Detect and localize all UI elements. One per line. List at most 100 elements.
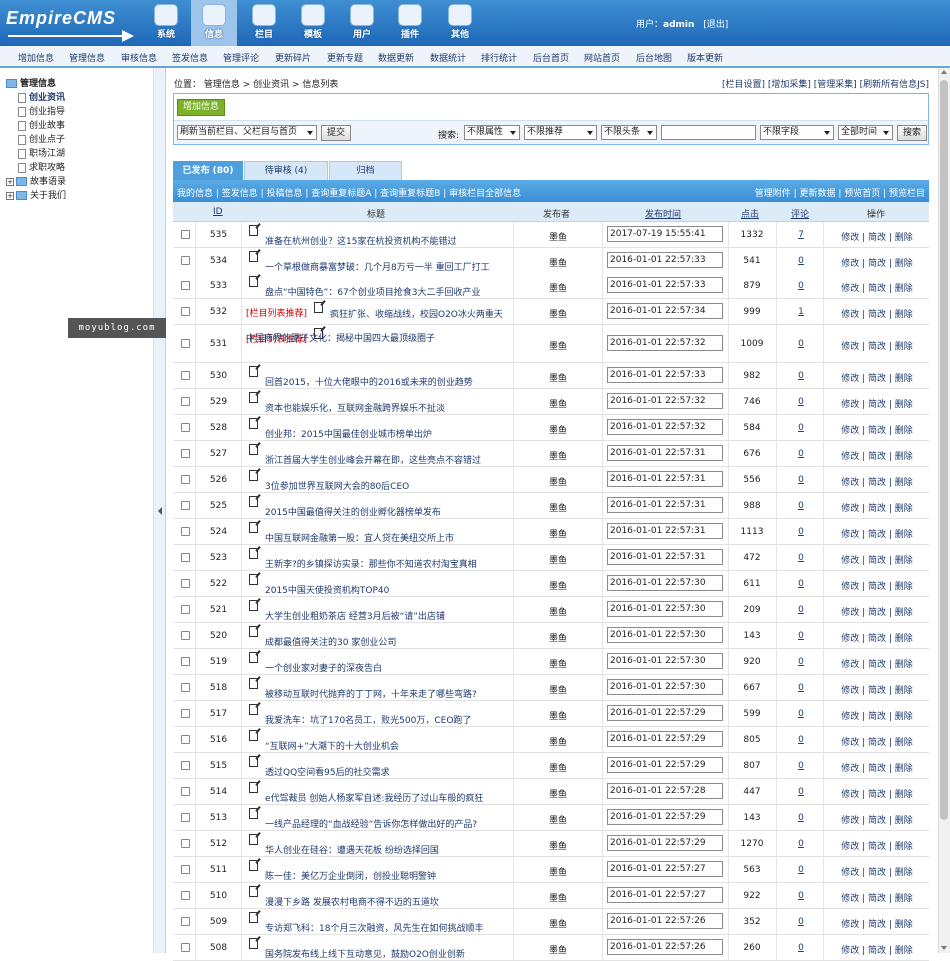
row-comments-link[interactable]: 0 <box>781 475 821 485</box>
edit-doc-icon[interactable] <box>249 834 258 845</box>
row-checkbox[interactable] <box>181 449 190 458</box>
row-title-link[interactable]: 王新李?的乡镇探访实录：那些你不知道农村淘宝真相 <box>265 557 513 570</box>
row-comments-link[interactable]: 0 <box>781 371 821 381</box>
row-time-input[interactable]: 2016-01-01 22:57:27 <box>607 861 723 877</box>
row-checkbox[interactable] <box>181 501 190 510</box>
row-comments-link[interactable]: 0 <box>781 917 821 927</box>
edit-doc-icon[interactable] <box>249 600 258 611</box>
field-select[interactable]: 不限字段 <box>760 125 834 140</box>
edit-doc-icon[interactable] <box>249 225 258 236</box>
row-time-input[interactable]: 2016-01-01 22:57:31 <box>607 523 723 539</box>
row-time-input[interactable]: 2016-01-01 22:57:28 <box>607 783 723 799</box>
row-actions[interactable]: 修改 | 简改 | 删除 <box>825 423 929 436</box>
row-time-input[interactable]: 2016-01-01 22:57:29 <box>607 731 723 747</box>
expand-plus-icon[interactable]: + <box>6 177 14 186</box>
row-comments-link[interactable]: 0 <box>781 527 821 537</box>
row-comments-link[interactable]: 0 <box>781 579 821 589</box>
row-title-link[interactable]: 我爱洗车：坑了170名员工，败光500万，CEO跑了 <box>265 713 513 726</box>
row-checkbox[interactable] <box>181 709 190 718</box>
subnav-version-update[interactable]: 版本更新 <box>687 51 723 64</box>
edit-doc-icon[interactable] <box>249 730 258 741</box>
row-checkbox[interactable] <box>181 397 190 406</box>
edit-doc-icon[interactable] <box>249 626 258 637</box>
row-comments-link[interactable]: 0 <box>781 256 821 266</box>
topnav-column[interactable]: 栏目 <box>241 0 287 46</box>
row-time-input[interactable]: 2017-07-19 15:55:41 <box>607 226 723 242</box>
row-comments-link[interactable]: 0 <box>781 657 821 667</box>
edit-doc-icon[interactable] <box>249 756 258 767</box>
row-title-link[interactable]: 专访郑飞科：18个月三次融资，风先生在如何挑战顺丰 <box>265 921 513 934</box>
tree-item-workplace[interactable]: 职场江湖 <box>18 146 65 159</box>
row-actions[interactable]: 修改 | 简改 | 删除 <box>825 553 929 566</box>
row-time-input[interactable]: 2016-01-01 22:57:34 <box>607 303 723 319</box>
edit-doc-icon[interactable] <box>249 782 258 793</box>
edit-doc-icon[interactable] <box>249 886 258 897</box>
tree-folder-about[interactable]: + 关于我们 <box>6 188 66 201</box>
subnav-site-home[interactable]: 网站首页 <box>584 51 620 64</box>
row-actions[interactable]: 修改 | 简改 | 删除 <box>825 501 929 514</box>
row-actions[interactable]: 修改 | 简改 | 删除 <box>825 891 929 904</box>
row-actions[interactable]: 修改 | 简改 | 删除 <box>825 605 929 618</box>
scrollbar-thumb[interactable] <box>940 80 948 820</box>
row-checkbox[interactable] <box>181 527 190 536</box>
row-actions[interactable]: 修改 | 简改 | 删除 <box>825 813 929 826</box>
row-comments-link[interactable]: 0 <box>781 761 821 771</box>
row-title-link[interactable]: 中国商界的圈子文化：揭秘中国四大最顶级圈子 <box>246 333 512 346</box>
row-actions[interactable]: 修改 | 简改 | 删除 <box>825 449 929 462</box>
edit-doc-icon[interactable] <box>249 522 258 533</box>
edit-doc-icon[interactable] <box>249 704 258 715</box>
edit-doc-icon[interactable] <box>249 444 258 455</box>
row-title-link[interactable]: 2015中国天使投资机构TOP40 <box>265 583 513 596</box>
row-checkbox[interactable] <box>181 339 190 348</box>
row-title-link[interactable]: 疯狂扩张、收缩战线，校园O2O冰火两重天 <box>330 307 514 320</box>
row-checkbox[interactable] <box>181 943 190 952</box>
row-time-input[interactable]: 2016-01-01 22:57:31 <box>607 497 723 513</box>
row-checkbox[interactable] <box>181 553 190 562</box>
row-title-link[interactable]: 浙江首届大学生创业峰会开幕在即，这些亮点不容错过 <box>265 453 513 466</box>
row-title-link[interactable]: 资本也能娱乐化，互联网金融跨界娱乐不扯淡 <box>265 401 513 414</box>
row-checkbox[interactable] <box>181 865 190 874</box>
subnav-data-stats[interactable]: 数据统计 <box>430 51 466 64</box>
row-time-input[interactable]: 2016-01-01 22:57:32 <box>607 335 723 351</box>
row-title-link[interactable]: 大学生创业粗奶茶店 经营3月后被“请”出店铺 <box>265 609 513 622</box>
row-comments-link[interactable]: 0 <box>781 631 821 641</box>
row-comments-link[interactable]: 0 <box>781 943 821 953</box>
row-checkbox[interactable] <box>181 579 190 588</box>
tab-published[interactable]: 已发布 (80) <box>173 161 243 180</box>
row-comments-link[interactable]: 0 <box>781 683 821 693</box>
row-comments-link[interactable]: 0 <box>781 813 821 823</box>
subnav-data-update[interactable]: 数据更新 <box>378 51 414 64</box>
add-info-button[interactable]: 增加信息 <box>177 99 225 116</box>
subnav-add-info[interactable]: 增加信息 <box>18 51 54 64</box>
collapse-arrow-icon[interactable] <box>158 507 162 515</box>
edit-doc-icon[interactable] <box>249 860 258 871</box>
subnav-update-topics[interactable]: 更新专题 <box>327 51 363 64</box>
row-time-input[interactable]: 2016-01-01 22:57:29 <box>607 705 723 721</box>
row-time-input[interactable]: 2016-01-01 22:57:33 <box>607 252 723 268</box>
row-comments-link[interactable]: 0 <box>781 501 821 511</box>
header-comments[interactable]: 评论 <box>791 207 809 220</box>
row-checkbox[interactable] <box>181 813 190 822</box>
toolbar-right-links[interactable]: 管理附件 | 更新数据 | 预览首页 | 预览栏目 <box>755 186 925 199</box>
subnav-manage-comments[interactable]: 管理评论 <box>223 51 259 64</box>
attr-select[interactable]: 不限属性 <box>464 125 520 140</box>
refresh-select[interactable]: 刷新当前栏目、父栏目与首页 <box>177 125 317 140</box>
row-title-link[interactable]: 3位参加世界互联网大会的80后CEO <box>265 479 513 492</box>
row-actions[interactable]: 修改 | 简改 | 删除 <box>825 475 929 488</box>
row-checkbox[interactable] <box>181 657 190 666</box>
row-comments-link[interactable]: 0 <box>781 449 821 459</box>
row-comments-link[interactable]: 0 <box>781 553 821 563</box>
row-actions[interactable]: 修改 | 简改 | 删除 <box>825 397 929 410</box>
edit-doc-icon[interactable] <box>249 652 258 663</box>
row-comments-link[interactable]: 1 <box>781 307 821 317</box>
row-title-link[interactable]: 被移动互联时代抛弃的丁丁网，十年来走了哪些弯路? <box>265 687 513 700</box>
row-title-link[interactable]: e代驾裁员 创始人杨家军自述:我经历了过山车般的疯狂 <box>265 791 513 804</box>
row-comments-link[interactable]: 0 <box>781 605 821 615</box>
row-checkbox[interactable] <box>181 371 190 380</box>
tree-folder-stories[interactable]: + 故事语录 <box>6 174 66 187</box>
row-actions[interactable]: 修改 | 简改 | 删除 <box>825 256 929 269</box>
row-comments-link[interactable]: 0 <box>781 839 821 849</box>
row-actions[interactable]: 修改 | 简改 | 删除 <box>825 527 929 540</box>
edit-doc-icon[interactable] <box>249 470 258 481</box>
row-title-link[interactable]: 成都最值得关注的30 家创业公司 <box>265 635 513 648</box>
